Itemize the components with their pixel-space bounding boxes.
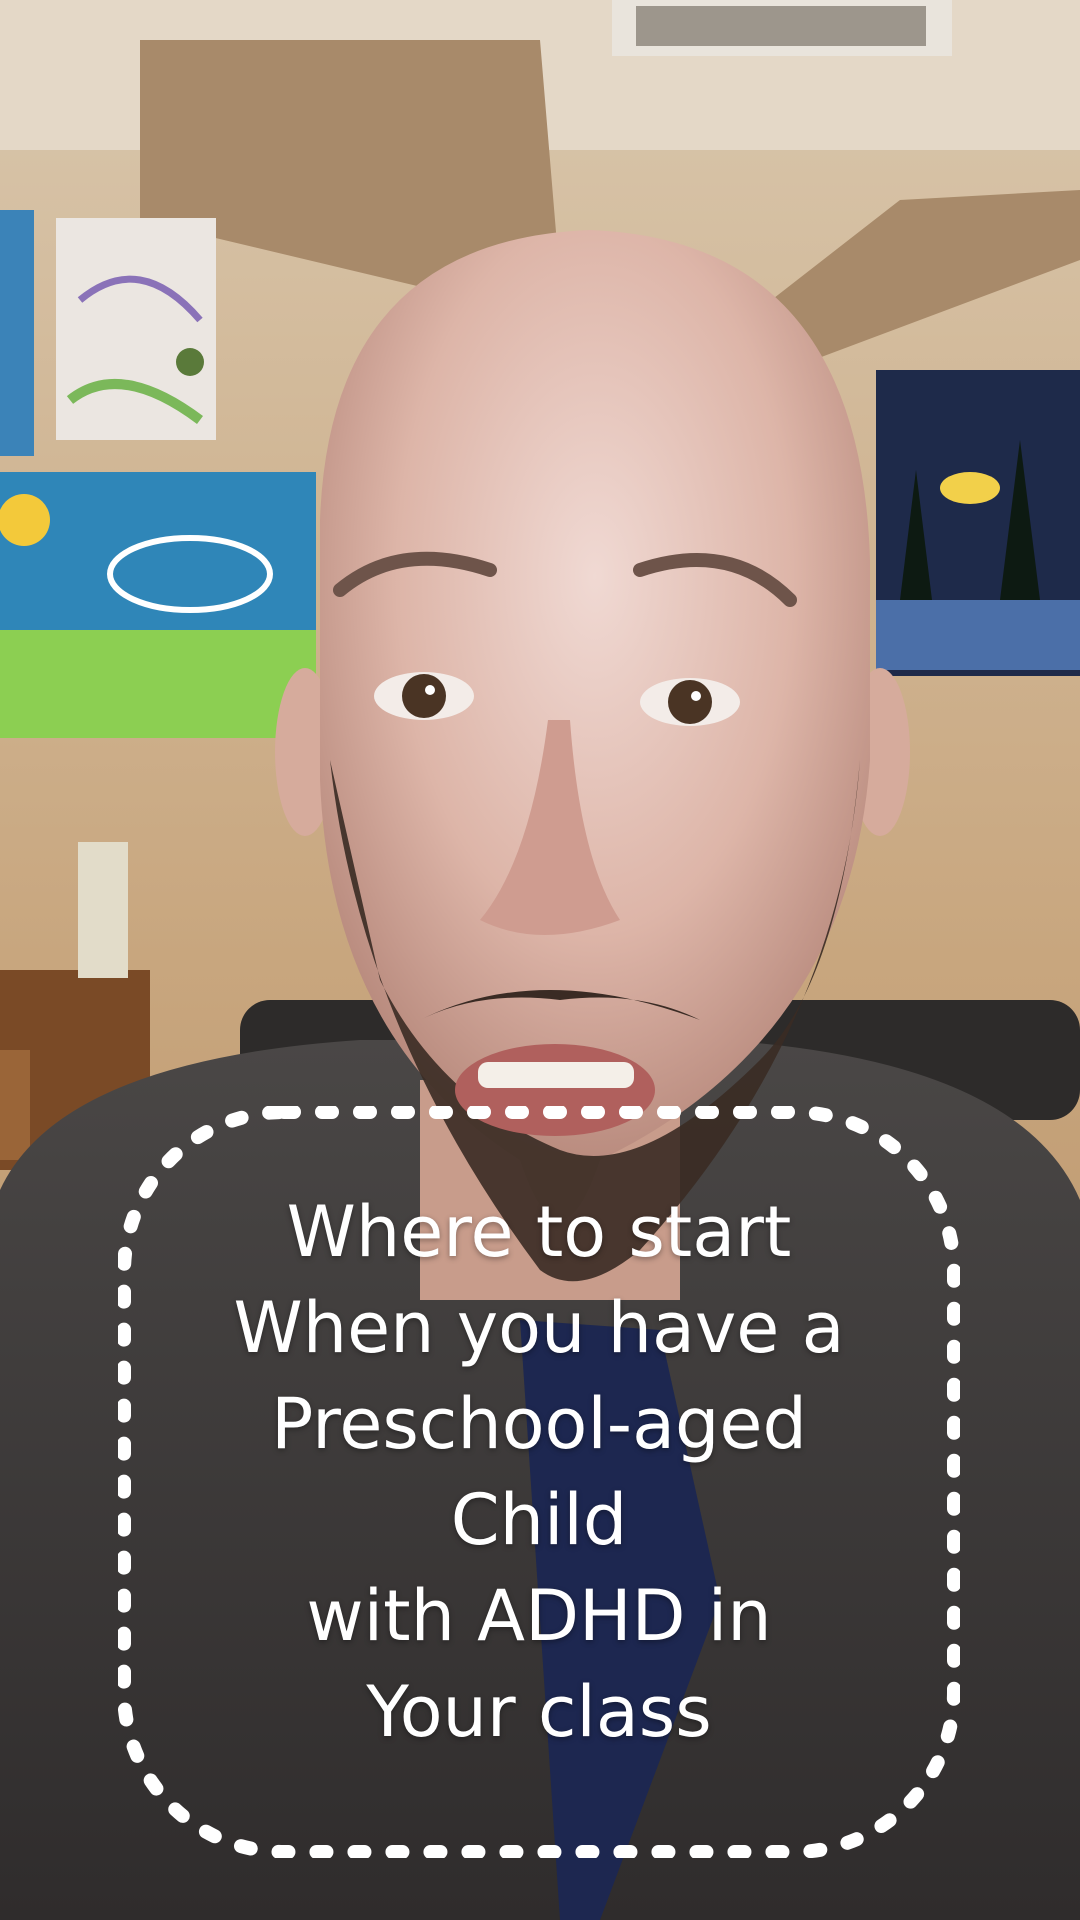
- teeth: [478, 1062, 634, 1088]
- caption-line: Child: [450, 1479, 628, 1561]
- caption-line: Where to start: [286, 1191, 792, 1273]
- caption-text: Where to start When you have a Preschool…: [233, 1184, 844, 1760]
- caption-line: with ADHD in: [306, 1575, 772, 1657]
- painting-night-forest: [876, 370, 1080, 676]
- caption-line: When you have a: [233, 1287, 845, 1369]
- caption-line: Preschool-aged: [271, 1383, 807, 1465]
- painting-edge: [0, 210, 34, 456]
- caption-box: Where to start When you have a Preschool…: [118, 1106, 960, 1858]
- painting-flowers: [56, 218, 216, 440]
- caption-line: Your class: [366, 1671, 712, 1753]
- painting-landscape: [0, 472, 316, 738]
- video-frame: Where to start When you have a Preschool…: [0, 0, 1080, 1920]
- air-vent: [612, 0, 952, 56]
